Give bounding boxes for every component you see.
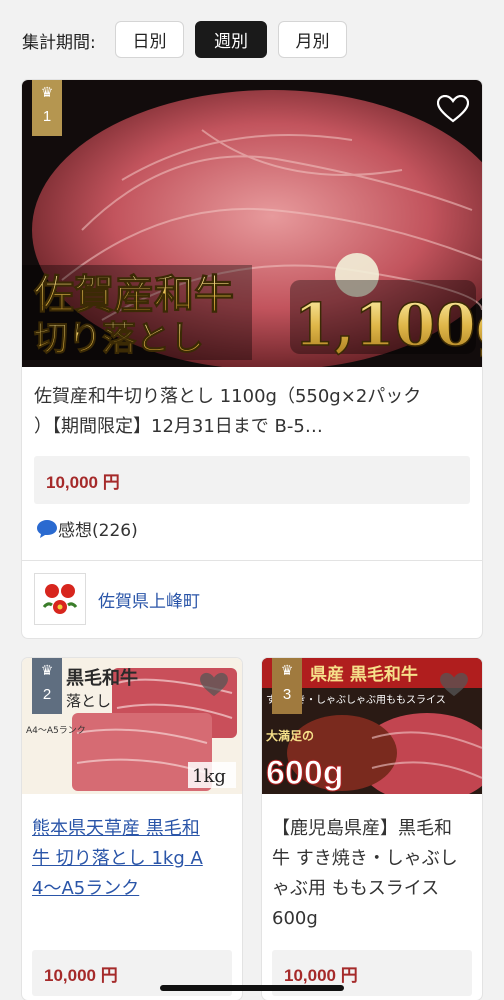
speech-bubble-icon [37,519,57,538]
product-title-line: 牛 切り落とし 1kg A [32,848,203,869]
review-count-1[interactable]: 感想(226) [36,516,138,541]
image-label-top-2: 黒毛和牛 [66,667,138,689]
product-title-line: 牛 すき焼き・しゃぶし [272,848,458,869]
card-divider [22,560,482,561]
product-image-1[interactable]: 佐賀産和牛 切り落とし 1,100g [22,80,482,367]
rank-number: 2 [42,686,52,703]
ranking-card-2[interactable]: 黒毛和牛 落とし A4〜A5ランク 1kg ♛ 2 熊本県天草産 黒毛和 牛 切… [22,658,242,1000]
filter-daily-button[interactable]: 日別 [115,21,184,58]
period-filter-bar: 集計期間: 日別 週別 月別 [0,0,504,80]
crown-icon: ♛ [280,663,294,679]
municipality-logo-icon [34,573,86,625]
product-title-line: 佐賀産和牛切り落とし 1100g（550g×2パック [34,386,422,407]
rank-number: 1 [42,108,52,125]
product-title-line: 4〜A5ランク [32,878,140,899]
rank-badge-2: ♛ 2 [32,658,62,714]
municipality-link-1[interactable]: 佐賀県上峰町 [34,573,200,625]
product-title-line: 【鹿児島県産】黒毛和 [272,818,452,839]
favorite-heart-icon[interactable] [437,668,471,702]
product-title-line: ゃぶ用 ももスライス [272,878,440,899]
product-title-line: 熊本県天草産 黒毛和 [32,818,200,839]
product-title-2[interactable]: 熊本県天草産 黒毛和 牛 切り落とし 1kg A 4〜A5ランク [32,814,237,904]
product-title-line: ）【期間限定】12月31日まで B-5… [34,416,323,437]
image-label-mid-2: 落とし [66,692,111,710]
image-weight-2: 1kg [192,766,226,787]
ranking-card-1[interactable]: 佐賀産和牛 切り落とし 1,100g ♛ 1 佐賀産和牛切り落とし 1100g（… [22,80,482,638]
filter-monthly-button[interactable]: 月別 [278,21,347,58]
review-text: 感想(226) [58,521,138,541]
favorite-heart-icon[interactable] [197,668,231,702]
image-label-top-3: 県産 黒毛和牛 [310,664,418,685]
home-indicator[interactable] [160,985,344,991]
image-headline-1: 佐賀産和牛 [33,271,234,318]
image-weight-3: 600g [266,754,344,792]
product-title-3[interactable]: 【鹿児島県産】黒毛和 牛 すき焼き・しゃぶし ゃぶ用 ももスライス 600g [272,814,477,934]
product-title-1[interactable]: 佐賀産和牛切り落とし 1100g（550g×2パック ）【期間限定】12月31日… [34,382,474,442]
image-label-rank-2: A4〜A5ランク [26,725,86,736]
crown-icon: ♛ [40,85,54,101]
rank-number: 3 [282,686,292,703]
favorite-heart-icon[interactable] [436,92,470,126]
municipality-name: 佐賀県上峰町 [98,591,200,612]
image-label-note-3: 大満足の [266,728,314,743]
rank-badge-1: ♛ 1 [32,80,62,136]
period-filter-label: 集計期間: [22,33,96,53]
product-title-line: 600g [272,908,318,929]
image-weight-badge-1: 1,100g [294,291,482,359]
price-box-1: 10,000 円 [34,456,470,504]
image-subheadline-1: 切り落とし [34,319,204,359]
ranking-card-3[interactable]: 県産 黒毛和牛 すき焼き・しゃぶしゃぶ用ももスライス 大満足の 600g ♛ 3… [262,658,482,1000]
crown-icon: ♛ [40,663,54,679]
rank-badge-3: ♛ 3 [272,658,302,714]
filter-weekly-button[interactable]: 週別 [195,21,267,58]
